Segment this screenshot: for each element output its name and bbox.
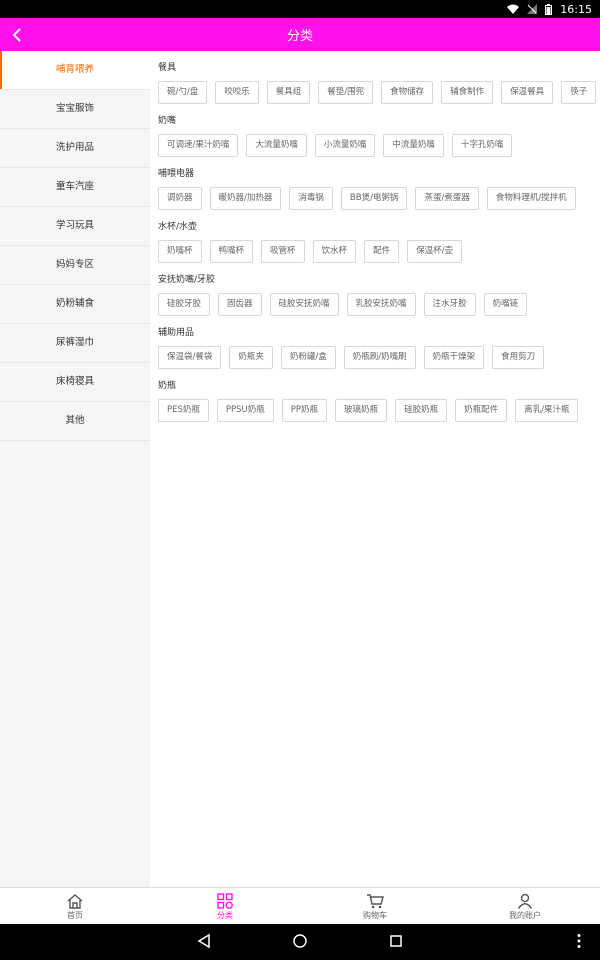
tag-item[interactable]: 小流量奶嘴 xyxy=(314,134,376,157)
tag-item[interactable]: 十字孔奶嘴 xyxy=(451,134,513,157)
nav-cart-label: 购物车 xyxy=(363,910,387,920)
tag-item[interactable]: PP奶瓶 xyxy=(281,399,328,422)
tag-item[interactable]: 乳胶安抚奶嘴 xyxy=(346,293,416,316)
tag-group: 保温袋/餐袋 奶瓶夹 奶粉罐/盒 奶瓶刷/奶嘴刷 奶瓶干燥架 食用剪刀 xyxy=(150,340,600,369)
sidebar-item-diapers[interactable]: 尿裤湿巾 xyxy=(0,324,150,363)
tag-item[interactable]: 离乳/果汁瓶 xyxy=(515,399,579,422)
tag-item[interactable]: 保温餐具 xyxy=(501,81,554,104)
bottom-nav: 首页 分类 购物车 我的账户 xyxy=(0,887,600,925)
tag-item[interactable]: 碗/勺/盘 xyxy=(158,81,208,104)
tag-item[interactable]: 硅胶安抚奶嘴 xyxy=(269,293,339,316)
section-title: 水杯/水壶 xyxy=(158,222,198,232)
sidebar-item-baby-clothing[interactable]: 宝宝服饰 xyxy=(0,90,150,129)
nav-account-label: 我的账户 xyxy=(509,910,541,920)
tag-item[interactable]: 筷子 xyxy=(561,81,597,104)
tag-item[interactable]: 奶嘴链 xyxy=(483,293,528,316)
nav-category-label: 分类 xyxy=(217,910,233,920)
tag-item[interactable]: 大流量奶嘴 xyxy=(246,134,307,157)
status-bar: 16:15 xyxy=(0,0,600,18)
tag-item[interactable]: 奶粉罐/盒 xyxy=(280,346,336,369)
sidebar-item-feeding[interactable]: 哺育喂养 xyxy=(0,51,150,90)
tag-item[interactable]: 饮水杯 xyxy=(312,240,357,263)
tag-item[interactable]: BB煲/电粥锅 xyxy=(340,187,408,210)
more-options-icon[interactable] xyxy=(576,933,582,953)
tag-item[interactable]: 奶嘴杯 xyxy=(158,240,202,263)
sidebar-item-strollers[interactable]: 童车汽座 xyxy=(0,168,150,207)
tag-item[interactable]: 吸管杯 xyxy=(261,240,305,263)
sidebar-item-toys[interactable]: 学习玩具 xyxy=(0,207,150,246)
tag-item[interactable]: 注水牙胶 xyxy=(423,293,476,316)
battery-icon xyxy=(545,3,553,15)
tag-group: 硅胶牙胶 固齿器 硅胶安抚奶嘴 乳胶安抚奶嘴 注水牙胶 奶嘴链 xyxy=(150,287,600,316)
tag-item[interactable]: 硅胶奶瓶 xyxy=(395,399,448,422)
user-icon xyxy=(517,893,533,910)
tag-group: 调奶器 暖奶器/加热器 消毒锅 BB煲/电粥锅 蒸蛋/煮蛋器 食物料理机/搅拌机 xyxy=(150,181,600,210)
recents-nav-icon[interactable] xyxy=(388,933,404,953)
tag-group: PES奶瓶 PPSU奶瓶 PP奶瓶 玻璃奶瓶 硅胶奶瓶 奶瓶配件 离乳/果汁瓶 xyxy=(150,393,600,422)
cart-icon xyxy=(366,893,384,910)
tag-item[interactable]: 食物料理机/搅拌机 xyxy=(486,187,576,210)
tag-item[interactable]: 硅胶牙胶 xyxy=(158,293,211,316)
tag-item[interactable]: 奶瓶刷/奶嘴刷 xyxy=(343,346,416,369)
page-title: 分类 xyxy=(286,29,313,44)
tag-item[interactable]: 消毒锅 xyxy=(289,187,333,210)
tag-item[interactable]: 中流量奶嘴 xyxy=(383,134,444,157)
tag-item[interactable]: 固齿器 xyxy=(218,293,262,316)
tag-item[interactable]: 保温袋/餐袋 xyxy=(158,346,222,369)
sidebar-item-formula[interactable]: 奶粉辅食 xyxy=(0,285,150,324)
sidebar-item-toiletries[interactable]: 洗护用品 xyxy=(0,129,150,168)
wifi-icon xyxy=(507,4,520,14)
section-title: 奶瓶 xyxy=(158,381,177,391)
section-title: 奶嘴 xyxy=(158,116,177,126)
tag-group: 奶嘴杯 鸭嘴杯 吸管杯 饮水杯 配件 保温杯/壶 xyxy=(150,234,600,263)
sidebar-item-other[interactable]: 其他 xyxy=(0,402,150,441)
tag-item[interactable]: 暖奶器/加热器 xyxy=(209,187,282,210)
tag-item[interactable]: 餐具组 xyxy=(266,81,311,104)
home-icon xyxy=(66,893,84,910)
back-icon[interactable] xyxy=(8,25,28,45)
nav-category[interactable]: 分类 xyxy=(150,888,300,925)
tag-item[interactable]: 食用剪刀 xyxy=(492,346,545,369)
tag-item[interactable]: 奶瓶干燥架 xyxy=(423,346,485,369)
tag-item[interactable]: 保温杯/壶 xyxy=(407,240,462,263)
tag-item[interactable]: 蒸蛋/煮蛋器 xyxy=(415,187,479,210)
system-nav-bar xyxy=(0,924,600,960)
subcategory-panel: 餐具 碗/勺/盘 咬咬乐 餐具组 餐垫/围兜 食物储存 辅食制作 保温餐具 筷子… xyxy=(150,51,600,887)
tag-item[interactable]: 鸭嘴杯 xyxy=(209,240,254,263)
tag-item[interactable]: 咬咬乐 xyxy=(215,81,259,104)
tag-item[interactable]: PES奶瓶 xyxy=(158,399,209,422)
sidebar-item-bedding[interactable]: 床椅寝具 xyxy=(0,363,150,402)
tag-item[interactable]: 奶瓶夹 xyxy=(229,346,273,369)
no-signal-icon xyxy=(527,4,538,14)
section-title: 辅助用品 xyxy=(158,328,195,338)
nav-home[interactable]: 首页 xyxy=(0,888,150,925)
tag-item[interactable]: PPSU奶瓶 xyxy=(216,399,274,422)
nav-home-label: 首页 xyxy=(67,910,83,920)
status-time: 16:15 xyxy=(560,2,592,16)
section-title: 餐具 xyxy=(158,63,177,73)
tag-item[interactable]: 奶瓶配件 xyxy=(455,399,508,422)
category-icon xyxy=(217,892,233,910)
tag-item[interactable]: 餐垫/围兜 xyxy=(318,81,374,104)
nav-account[interactable]: 我的账户 xyxy=(450,888,600,925)
tag-item[interactable]: 辅食制作 xyxy=(441,81,494,104)
tag-item[interactable]: 食物储存 xyxy=(381,81,434,104)
header-bar: 分类 xyxy=(0,18,600,51)
tag-item[interactable]: 玻璃奶瓶 xyxy=(335,399,388,422)
section-title: 安抚奶嘴/牙胶 xyxy=(158,275,216,285)
back-nav-icon[interactable] xyxy=(196,933,212,953)
tag-item[interactable]: 调奶器 xyxy=(158,187,202,210)
tag-group: 碗/勺/盘 咬咬乐 餐具组 餐垫/围兜 食物储存 辅食制作 保温餐具 筷子 xyxy=(150,75,600,104)
category-sidebar: 哺育喂养 宝宝服饰 洗护用品 童车汽座 学习玩具 妈妈专区 奶粉辅食 尿裤湿巾 … xyxy=(0,51,150,887)
tag-group: 可调速/果汁奶嘴 大流量奶嘴 小流量奶嘴 中流量奶嘴 十字孔奶嘴 xyxy=(150,128,600,157)
nav-cart[interactable]: 购物车 xyxy=(300,888,450,925)
home-nav-icon[interactable] xyxy=(292,933,308,953)
section-title: 哺喂电器 xyxy=(158,169,195,179)
sidebar-item-moms[interactable]: 妈妈专区 xyxy=(0,246,150,285)
tag-item[interactable]: 可调速/果汁奶嘴 xyxy=(158,134,239,157)
tag-item[interactable]: 配件 xyxy=(364,240,400,263)
